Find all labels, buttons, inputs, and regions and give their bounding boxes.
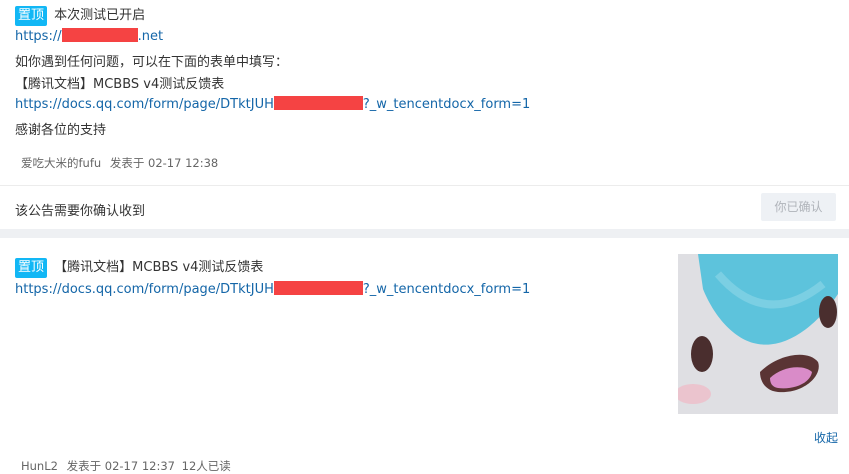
form-link[interactable]: https://docs.qq.com/form/page/DTktJUH ?_w… bbox=[15, 96, 530, 112]
pinned-badge: 置顶 bbox=[15, 6, 48, 26]
cartoon-face-image bbox=[678, 254, 838, 414]
post-time: 发表于 02-17 12:38 bbox=[109, 156, 219, 170]
intro-text: 如你遇到任何问题，可以在下面的表单中填写： bbox=[15, 55, 289, 70]
form-link-prefix: https://docs.qq.com/form/page/DTktJUH bbox=[15, 97, 274, 112]
form-link[interactable]: https://docs.qq.com/form/page/DTktJUH ?_w… bbox=[15, 281, 530, 297]
redaction-block bbox=[273, 96, 363, 110]
author-name[interactable]: HunL2 bbox=[21, 459, 58, 473]
read-count[interactable]: 12人已读 bbox=[182, 459, 231, 473]
post-meta: 爱吃大米的fufu 发表于 02-17 12:38 bbox=[21, 155, 218, 171]
collapse-link[interactable]: 收起 bbox=[814, 429, 838, 446]
form-link-prefix: https://docs.qq.com/form/page/DTktJUH bbox=[15, 282, 274, 297]
confirm-prompt: 该公告需要你确认收到 bbox=[15, 204, 146, 219]
form-link-suffix: ?_w_tencentdocx_form=1 bbox=[362, 282, 531, 297]
announcement-1-title: 本次测试已开启 bbox=[54, 8, 146, 23]
section-divider bbox=[0, 229, 849, 238]
form-link-suffix: ?_w_tencentdocx_form=1 bbox=[362, 97, 531, 112]
thanks-text: 感谢各位的支持 bbox=[15, 123, 107, 138]
post-time: 发表于 02-17 12:37 bbox=[66, 459, 175, 473]
site-link[interactable]: https:// .net bbox=[15, 28, 163, 44]
site-link-suffix: .net bbox=[137, 29, 164, 44]
pinned-badge: 置顶 bbox=[15, 258, 48, 278]
author-name[interactable]: 爱吃大米的fufu bbox=[21, 156, 101, 170]
redaction-block bbox=[273, 281, 363, 295]
form-name-text: 【腾讯文档】MCBBS v4测试反馈表 bbox=[15, 77, 225, 92]
announcement-1-header: 置顶 本次测试已开启 bbox=[15, 4, 145, 26]
attached-image-thumbnail[interactable] bbox=[678, 254, 838, 414]
redaction-block bbox=[61, 28, 138, 42]
announcement-2-header: 置顶 【腾讯文档】MCBBS v4测试反馈表 bbox=[15, 256, 263, 278]
announcement-2-title: 【腾讯文档】MCBBS v4测试反馈表 bbox=[54, 260, 264, 275]
confirm-bar: 该公告需要你确认收到 你已确认 bbox=[0, 185, 849, 229]
site-link-prefix: https:// bbox=[15, 29, 62, 44]
confirmed-button[interactable]: 你已确认 bbox=[761, 193, 836, 221]
post-meta: HunL2 发表于 02-17 12:37 12人已读 bbox=[21, 458, 231, 474]
